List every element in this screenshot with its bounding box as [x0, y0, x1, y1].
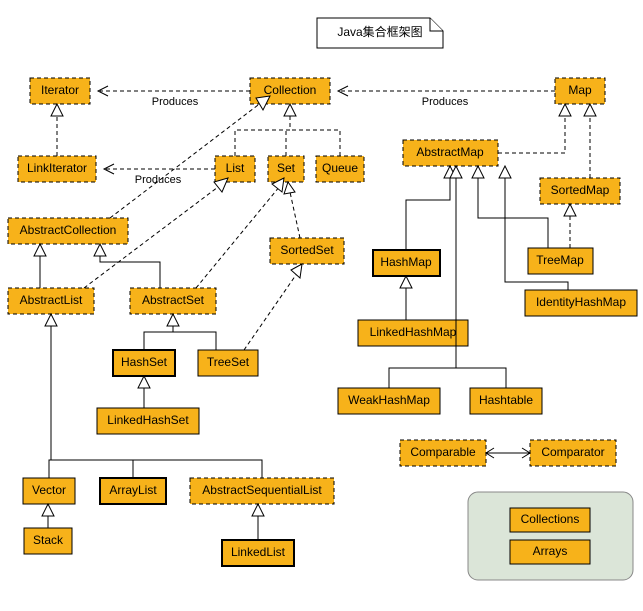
- svg-text:Iterator: Iterator: [41, 83, 79, 97]
- diagram-title-note: Java集合框架图: [317, 18, 443, 48]
- svg-text:SortedMap: SortedMap: [551, 183, 610, 197]
- svg-text:TreeMap: TreeMap: [536, 253, 584, 267]
- svg-text:Map: Map: [568, 83, 592, 97]
- svg-text:LinkedHashSet: LinkedHashSet: [107, 413, 189, 427]
- svg-text:Collections: Collections: [521, 512, 580, 526]
- svg-text:Hashtable: Hashtable: [479, 393, 533, 407]
- svg-text:WeakHashMap: WeakHashMap: [348, 393, 430, 407]
- svg-text:Queue: Queue: [322, 161, 358, 175]
- svg-text:SortedSet: SortedSet: [280, 243, 334, 257]
- svg-text:List: List: [226, 161, 245, 175]
- svg-text:ArrayList: ArrayList: [109, 483, 157, 497]
- svg-text:LinkIterator: LinkIterator: [27, 161, 87, 175]
- svg-text:Produces: Produces: [135, 174, 182, 186]
- svg-text:HashMap: HashMap: [380, 255, 432, 269]
- svg-text:LinkedHashMap: LinkedHashMap: [370, 325, 457, 339]
- svg-text:AbstractList: AbstractList: [20, 293, 83, 307]
- svg-text:AbstractMap: AbstractMap: [416, 145, 484, 159]
- svg-text:Produces: Produces: [152, 96, 199, 108]
- svg-text:Comparable: Comparable: [410, 445, 476, 459]
- java-collections-diagram: Java集合框架图 Iterator Collection Map LinkIt…: [0, 0, 643, 611]
- svg-text:HashSet: HashSet: [121, 355, 168, 369]
- svg-text:Vector: Vector: [32, 483, 66, 497]
- svg-text:AbstractCollection: AbstractCollection: [20, 223, 117, 237]
- diagram-title-text: Java集合框架图: [337, 24, 422, 39]
- svg-text:TreeSet: TreeSet: [207, 355, 250, 369]
- svg-text:Comparator: Comparator: [541, 445, 604, 459]
- svg-text:LinkedList: LinkedList: [231, 545, 286, 559]
- svg-text:Stack: Stack: [33, 533, 64, 547]
- svg-text:Collection: Collection: [264, 83, 317, 97]
- svg-text:Arrays: Arrays: [533, 544, 568, 558]
- svg-text:Set: Set: [277, 161, 296, 175]
- svg-text:AbstractSet: AbstractSet: [142, 293, 205, 307]
- svg-text:Produces: Produces: [422, 96, 469, 108]
- legend-panel: [468, 492, 633, 580]
- svg-text:IdentityHashMap: IdentityHashMap: [536, 295, 626, 309]
- svg-text:AbstractSequentialList: AbstractSequentialList: [202, 483, 322, 497]
